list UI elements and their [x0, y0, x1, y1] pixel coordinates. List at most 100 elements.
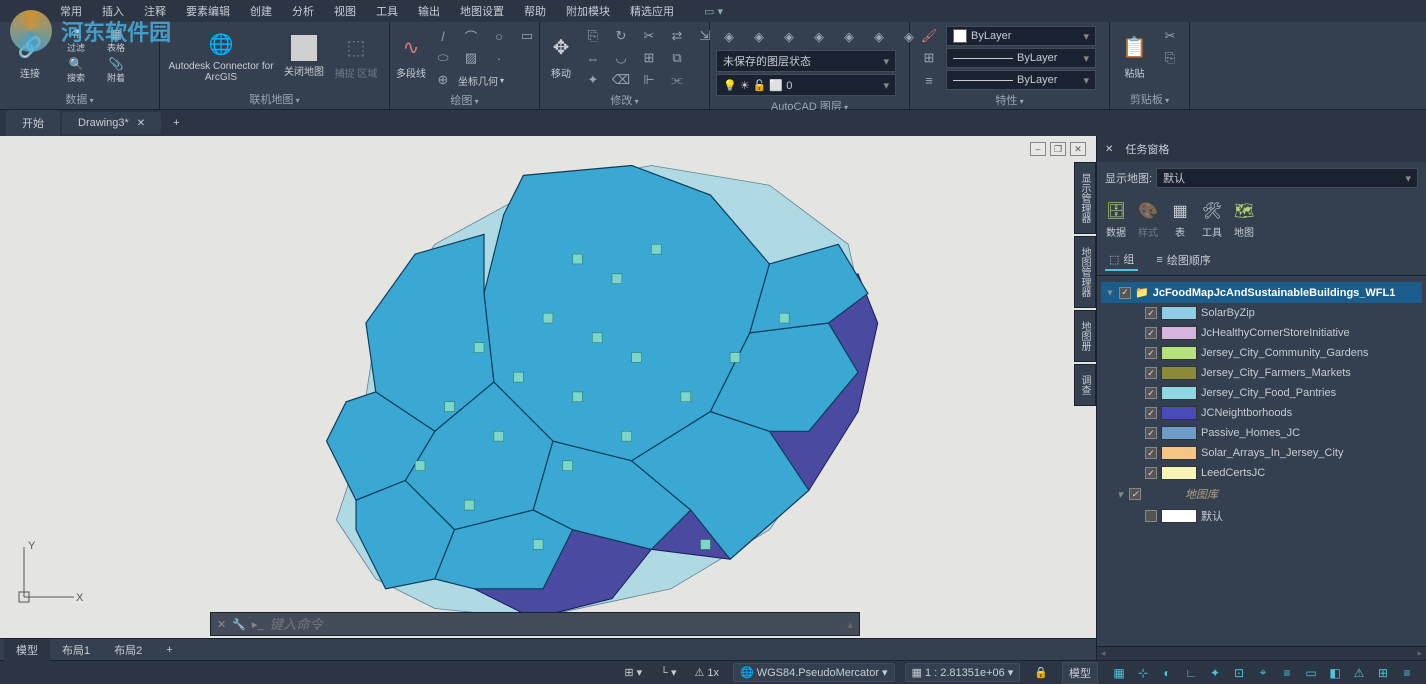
lineweight-combo[interactable]: ByLayer — [946, 48, 1096, 68]
polyline-button[interactable]: ∿多段线 — [396, 26, 426, 86]
point-icon[interactable]: · — [486, 48, 512, 68]
command-input[interactable] — [270, 617, 842, 632]
layout-tab-1[interactable]: 布局1 — [50, 639, 102, 661]
s-icon[interactable]: ⌖ — [1252, 663, 1274, 683]
filter-button[interactable]: ⚗过滤 — [58, 26, 94, 54]
layout-tab-2[interactable]: 布局2 — [102, 639, 154, 661]
panel-title-clip[interactable]: 剪贴板 — [1116, 89, 1183, 107]
default-checkbox[interactable] — [1145, 510, 1157, 522]
circle-icon[interactable]: ○ — [486, 26, 512, 46]
layer-icon-2[interactable]: ◈ — [746, 27, 772, 47]
layer-checkbox[interactable] — [1145, 467, 1157, 479]
s-icon[interactable]: ≡ — [1396, 663, 1418, 683]
tool-map[interactable]: 🗺地图 — [1233, 200, 1255, 239]
status-coords-icon[interactable]: └ ▾ — [656, 666, 680, 679]
search-button[interactable]: 🔍搜索 — [58, 56, 94, 84]
layer-checkbox[interactable] — [1145, 327, 1157, 339]
status-zoom[interactable]: ⚠ 1x — [691, 666, 724, 679]
layer-item[interactable]: SolarByZip — [1101, 303, 1422, 323]
command-line[interactable]: ✕ 🔧 ▸_ ▴ — [210, 612, 860, 636]
props-list-icon[interactable]: ≡ — [916, 70, 942, 90]
status-grid-icon[interactable]: ⊞ ▾ — [620, 666, 646, 679]
s-icon[interactable]: ⊡ — [1228, 663, 1250, 683]
s-icon[interactable]: ⊞ — [1372, 663, 1394, 683]
status-scale[interactable]: ▦ 1 : 2.81351e+06 ▾ — [905, 663, 1021, 682]
move-button[interactable]: ✥移动 — [546, 26, 576, 86]
menu-item[interactable]: 要素编辑 — [176, 3, 240, 19]
close-map-button[interactable]: ⬚关闭地图 — [280, 26, 328, 86]
search-icon[interactable]: ▭ ▾ — [694, 5, 733, 18]
array-icon[interactable]: ⊞ — [636, 48, 662, 68]
tree-root[interactable]: ▾ 📁 JcFoodMapJcAndSustainableBuildings_W… — [1101, 282, 1422, 303]
tree-maplib[interactable]: ▾ 地图库 — [1101, 483, 1422, 505]
menu-item[interactable]: 精选应用 — [620, 3, 684, 19]
cut-icon[interactable]: ✂ — [1157, 26, 1183, 46]
tab-draw-order[interactable]: ≡绘图顺序 — [1152, 249, 1214, 271]
root-checkbox[interactable] — [1119, 287, 1131, 299]
arc-icon[interactable]: ⌒ — [458, 26, 484, 46]
close-icon[interactable]: ✕ — [217, 618, 226, 631]
layer-zero-combo[interactable]: 💡 ☀ 🔓 ⬜ 0 — [716, 74, 896, 96]
menu-item[interactable]: 地图设置 — [450, 3, 514, 19]
tool-data[interactable]: 🗄数据 — [1105, 200, 1127, 239]
customize-icon[interactable]: 🔧 — [232, 618, 246, 631]
copy-clip-icon[interactable]: ⎘ — [1157, 48, 1183, 68]
tab-add[interactable]: + — [163, 113, 189, 133]
menu-item[interactable]: 注释 — [134, 3, 176, 19]
props-icon[interactable]: ⊞ — [916, 48, 942, 68]
erase-icon[interactable]: ⌫ — [608, 70, 634, 90]
menu-item[interactable]: 常用 — [50, 3, 92, 19]
layout-tab-add[interactable]: + — [154, 641, 184, 659]
layout-tab-model[interactable]: 模型 — [4, 639, 50, 661]
explode-icon[interactable]: ✦ — [580, 70, 606, 90]
tree-default[interactable]: 默认 — [1101, 505, 1422, 527]
hatch-icon[interactable]: ▨ — [458, 48, 484, 68]
arcgis-connector-button[interactable]: 🌐Autodesk Connector for ArcGIS — [166, 26, 276, 86]
paste-button[interactable]: 📋粘贴 — [1116, 26, 1153, 86]
rotate-icon[interactable]: ↻ — [608, 26, 634, 46]
maplib-checkbox[interactable] — [1129, 488, 1141, 500]
s-icon[interactable]: ◐ — [1156, 663, 1178, 683]
s-icon[interactable]: ⚠ — [1348, 663, 1370, 683]
mirror-icon[interactable]: ⇄ — [664, 26, 690, 46]
menu-item[interactable]: 帮助 — [514, 3, 556, 19]
linetype-combo[interactable]: ByLayer — [946, 70, 1096, 90]
tool-tools[interactable]: 🛠工具 — [1201, 200, 1223, 239]
ellipse-icon[interactable]: ⬭ — [430, 48, 456, 68]
layer-checkbox[interactable] — [1145, 427, 1157, 439]
restore-view-icon[interactable]: ❐ — [1050, 142, 1066, 156]
layer-item[interactable]: JCNeightborhoods — [1101, 403, 1422, 423]
side-tab-book[interactable]: 地图册 — [1074, 310, 1096, 362]
s-icon[interactable]: ◧ — [1324, 663, 1346, 683]
minimize-view-icon[interactable]: – — [1030, 142, 1046, 156]
menu-item[interactable]: 视图 — [324, 3, 366, 19]
panel-title-draw[interactable]: 绘图 — [396, 90, 533, 108]
layer-icon-3[interactable]: ◈ — [776, 27, 802, 47]
stretch-icon[interactable]: ⇔ — [580, 48, 606, 68]
layer-checkbox[interactable] — [1145, 367, 1157, 379]
menu-item[interactable]: 插入 — [92, 3, 134, 19]
layer-icon-4[interactable]: ◈ — [806, 27, 832, 47]
menu-item[interactable]: 工具 — [366, 3, 408, 19]
panel-title-props[interactable]: 特性 — [916, 90, 1103, 108]
join-icon[interactable]: ⫘ — [664, 70, 690, 90]
layer-item[interactable]: Jersey_City_Community_Gardens — [1101, 343, 1422, 363]
tool-table[interactable]: ▦表 — [1169, 200, 1191, 239]
tree-scrollbar[interactable]: ◂▸ — [1097, 646, 1426, 660]
close-icon[interactable]: ✕ — [137, 118, 145, 129]
tab-drawing[interactable]: Drawing3*✕ — [62, 112, 161, 134]
layer-item[interactable]: Jersey_City_Food_Pantries — [1101, 383, 1422, 403]
layer-checkbox[interactable] — [1145, 407, 1157, 419]
color-combo[interactable]: ByLayer — [946, 26, 1096, 46]
layer-item[interactable]: JcHealthyCornerStoreInitiative — [1101, 323, 1422, 343]
menu-item[interactable]: 输出 — [408, 3, 450, 19]
layer-item[interactable]: LeedCertsJC — [1101, 463, 1422, 483]
panel-title-data[interactable]: 数据 — [6, 89, 153, 107]
connect-button[interactable]: 🔗连接 — [6, 26, 54, 86]
attach-button[interactable]: 📎附着 — [98, 56, 134, 84]
s-icon[interactable]: ⊹ — [1132, 663, 1154, 683]
cogo-icon[interactable]: ⊕ — [430, 70, 456, 90]
side-tab-display[interactable]: 显示管理器 — [1074, 162, 1096, 234]
trim-icon[interactable]: ✂ — [636, 26, 662, 46]
menu-item[interactable]: 分析 — [282, 3, 324, 19]
